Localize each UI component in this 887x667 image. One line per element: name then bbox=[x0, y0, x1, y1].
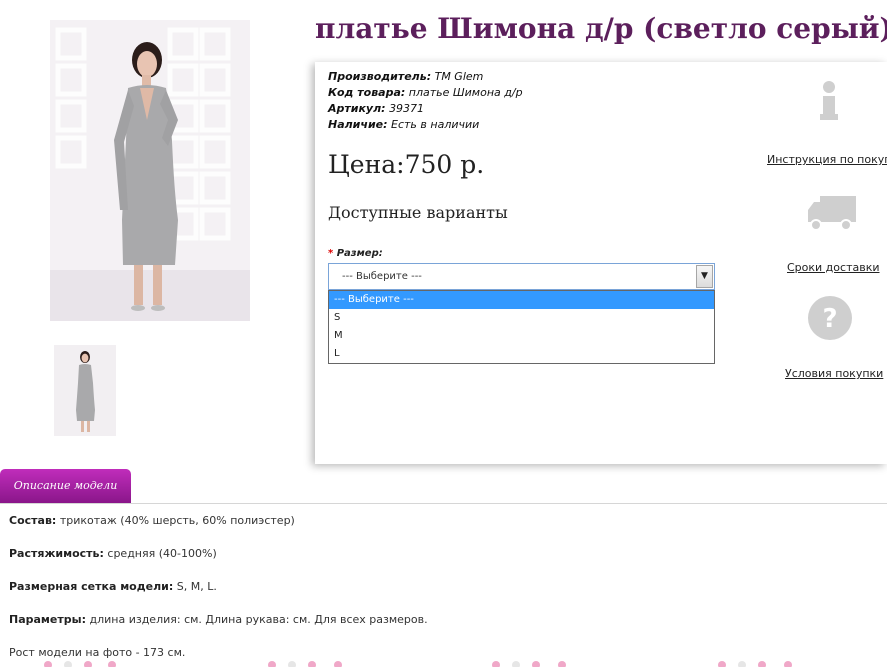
size-select[interactable]: --- Выберите --- ▼ bbox=[328, 263, 715, 290]
stretch-line: Растяжимость: средняя (40-100%) bbox=[9, 547, 428, 580]
product-code-label: Код товара: bbox=[328, 86, 406, 99]
manufacturer-value[interactable]: TM Glem bbox=[435, 70, 484, 83]
stretch-label: Растяжимость: bbox=[9, 547, 104, 560]
parameters-value: длина изделия: см. Длина рукава: см. Для… bbox=[89, 613, 428, 626]
product-code-row: Код товара: платье Шимона д/р bbox=[328, 85, 523, 101]
product-info-panel: Производитель: TM Glem Код товара: плать… bbox=[315, 62, 887, 464]
dress-photo-illustration bbox=[50, 20, 250, 321]
stock-row: Наличие: Есть в наличии bbox=[328, 117, 523, 133]
sku-label: Артикул: bbox=[328, 102, 386, 115]
sku-value: 39371 bbox=[389, 102, 425, 115]
delivery-truck-icon[interactable] bbox=[806, 194, 858, 236]
sku-row: Артикул: 39371 bbox=[328, 101, 523, 117]
size-select-value: --- Выберите --- bbox=[342, 271, 422, 282]
size-grid-line: Размерная сетка модели: S, M, L. bbox=[9, 580, 428, 613]
required-mark: * bbox=[328, 248, 334, 259]
instructions-link[interactable]: Инструкция по покупк bbox=[767, 153, 887, 166]
size-option-placeholder[interactable]: --- Выберите --- bbox=[329, 291, 714, 309]
stock-value: Есть в наличии bbox=[391, 118, 480, 131]
dress-thumbnail-illustration bbox=[54, 345, 116, 436]
product-thumbnail[interactable] bbox=[54, 345, 116, 436]
size-option-s[interactable]: S bbox=[329, 309, 714, 327]
dropdown-arrow-icon[interactable]: ▼ bbox=[696, 265, 713, 288]
parameters-line: Параметры: длина изделия: см. Длина рука… bbox=[9, 613, 428, 646]
decorative-flowers bbox=[44, 661, 792, 667]
product-description: Состав: трикотаж (40% шерсть, 60% полиэс… bbox=[9, 514, 428, 667]
size-label-text: Размер: bbox=[336, 248, 383, 259]
product-title: платье Шимона д/р (светло серый) bbox=[315, 12, 887, 45]
product-meta: Производитель: TM Glem Код товара: плать… bbox=[328, 69, 523, 133]
size-grid-label: Размерная сетка модели: bbox=[9, 580, 174, 593]
manufacturer-row: Производитель: TM Glem bbox=[328, 69, 523, 85]
delivery-link[interactable]: Сроки доставки bbox=[787, 261, 880, 274]
purchase-terms-link[interactable]: Условия покупки bbox=[785, 367, 883, 380]
composition-value: трикотаж (40% шерсть, 60% полиэстер) bbox=[59, 514, 295, 527]
product-price: Цена:750 р. bbox=[328, 150, 485, 179]
info-icon[interactable] bbox=[815, 80, 843, 128]
composition-label: Состав: bbox=[9, 514, 57, 527]
stock-label: Наличие: bbox=[328, 118, 388, 131]
svg-text:?: ? bbox=[822, 304, 837, 334]
variants-heading: Доступные варианты bbox=[328, 203, 508, 222]
size-option-l[interactable]: L bbox=[329, 345, 714, 363]
tab-divider bbox=[0, 503, 887, 504]
product-code-value: платье Шимона д/р bbox=[408, 86, 523, 99]
tab-model-description[interactable]: Описание модели bbox=[0, 469, 131, 503]
size-grid-value: S, M, L. bbox=[176, 580, 217, 593]
size-dropdown-list: --- Выберите --- S M L bbox=[328, 290, 715, 364]
stretch-value: средняя (40-100%) bbox=[107, 547, 217, 560]
manufacturer-label: Производитель: bbox=[328, 70, 432, 83]
size-option-m[interactable]: M bbox=[329, 327, 714, 345]
size-label: * Размер: bbox=[328, 248, 383, 259]
question-icon[interactable]: ? bbox=[807, 295, 853, 345]
product-main-image[interactable] bbox=[50, 20, 250, 321]
parameters-label: Параметры: bbox=[9, 613, 86, 626]
composition-line: Состав: трикотаж (40% шерсть, 60% полиэс… bbox=[9, 514, 428, 547]
